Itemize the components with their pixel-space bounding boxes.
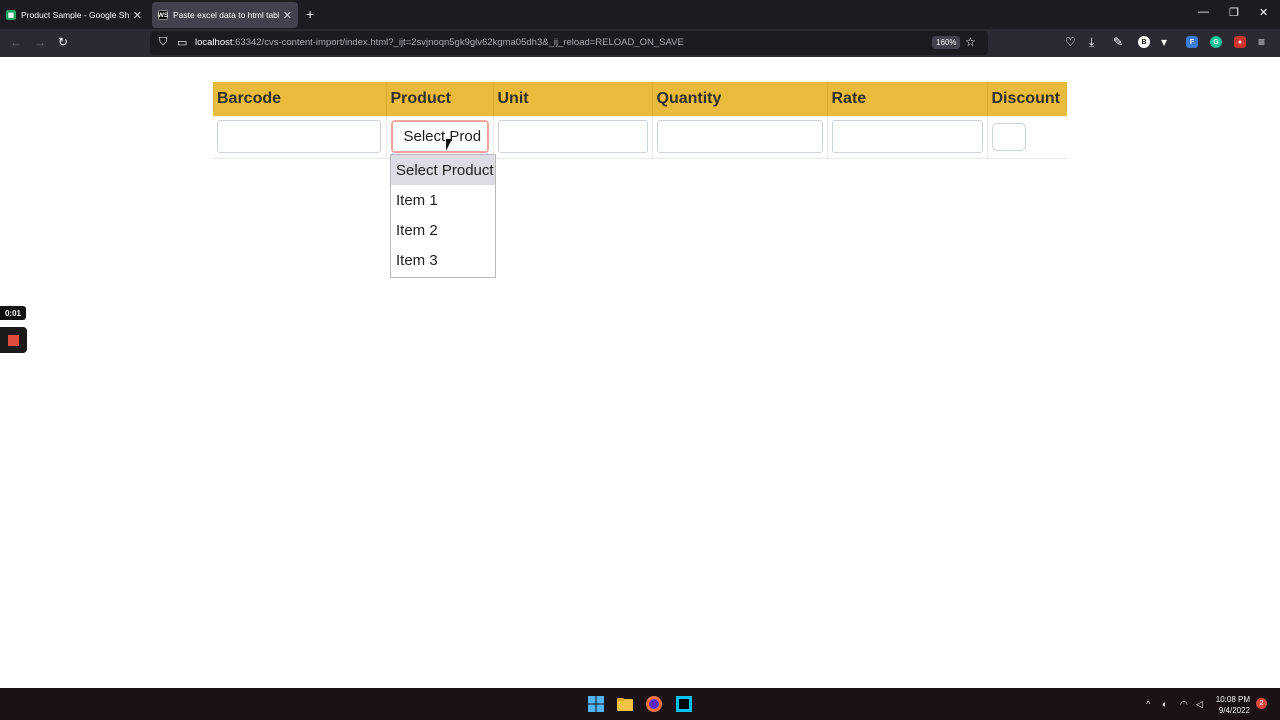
extension-red-icon[interactable]: ● — [1234, 36, 1246, 48]
firefox-icon[interactable] — [645, 695, 663, 713]
show-hidden-icons[interactable]: ^ — [1146, 699, 1150, 709]
product-table: Barcode Product Unit Quantity Rate Disco… — [213, 82, 1067, 159]
stop-icon — [8, 334, 19, 346]
page-info-icon[interactable]: ▭ — [177, 36, 187, 49]
rate-input[interactable] — [831, 120, 983, 154]
tab-google-sheets[interactable]: ▦ Product Sample - Google Sheets ✕ — [0, 2, 148, 28]
reload-icon[interactable]: ↻ — [58, 35, 68, 49]
new-tab-button[interactable]: + — [306, 6, 314, 22]
clock-time: 10:08 PM — [1215, 695, 1250, 704]
minimize-button[interactable]: — — [1198, 6, 1209, 18]
dropdown-option-item-3[interactable]: Item 3 — [391, 245, 495, 275]
extension-b-icon[interactable]: B — [1138, 36, 1150, 48]
discount-input[interactable] — [991, 122, 1026, 151]
downloads-icon[interactable]: ⤓ — [1089, 35, 1094, 50]
header-unit: Unit — [493, 82, 653, 116]
page-content: Barcode Product Unit Quantity Rate Disco… — [0, 57, 1280, 688]
tab-paste-excel[interactable]: WS Paste excel data to html table ✕ — [152, 2, 298, 28]
url-host: localhost — [195, 37, 233, 48]
volume-icon[interactable]: ◁ — [1196, 699, 1203, 710]
file-explorer-icon[interactable] — [616, 695, 634, 713]
close-icon[interactable]: ✕ — [133, 9, 142, 22]
windows-start-icon[interactable] — [587, 695, 605, 713]
dropdown-option-item-1[interactable]: Item 1 — [391, 185, 495, 215]
tools-icon[interactable]: ✎ — [1113, 35, 1123, 49]
pocket-icon[interactable]: ♡ — [1065, 35, 1076, 49]
product-select[interactable]: Select Prod — [390, 120, 489, 154]
menu-icon[interactable]: ≡ — [1258, 35, 1265, 49]
url-path: :63342/cvs-content-import/index.html?_ij… — [232, 37, 684, 48]
header-rate: Rate — [827, 82, 988, 116]
url-text[interactable]: localhost:63342/cvs-content-import/index… — [195, 37, 684, 48]
network-status-icon[interactable]: ◐ — [1162, 699, 1167, 709]
navigation-bar: ← → ↻ ⛉ ▭ localhost:63342/cvs-content-im… — [0, 29, 1280, 57]
notification-badge[interactable]: 2 — [1256, 698, 1267, 709]
wifi-icon[interactable]: ◠ — [1180, 699, 1188, 710]
tab-strip: ▦ Product Sample - Google Sheets ✕ WS Pa… — [0, 0, 1280, 29]
quantity-input[interactable] — [656, 120, 823, 154]
tab-title: Product Sample - Google Sheets — [21, 10, 129, 20]
webstorm-icon: WS — [157, 10, 169, 20]
extension-blue-icon[interactable]: F — [1186, 36, 1198, 48]
taskbar: ^ ◐ ◠ ◁ 10:08 PM 9/4/2022 2 — [0, 688, 1280, 720]
product-dropdown-list: Select Product Item 1 Item 2 Item 3 — [390, 154, 496, 278]
unit-input[interactable] — [497, 120, 648, 154]
close-window-button[interactable]: ✕ — [1259, 6, 1268, 19]
header-barcode: Barcode — [213, 82, 387, 116]
system-clock[interactable]: 10:08 PM 9/4/2022 — [1210, 694, 1250, 716]
dropdown-option-item-2[interactable]: Item 2 — [391, 215, 495, 245]
webstorm-taskbar-icon[interactable] — [675, 695, 693, 713]
mouse-cursor-icon — [446, 139, 452, 151]
forward-icon[interactable]: → — [34, 35, 46, 49]
recording-timer: 0:01 — [0, 306, 26, 320]
table-header-row: Barcode Product Unit Quantity Rate Disco… — [213, 82, 1067, 116]
grammarly-icon[interactable]: G — [1210, 36, 1222, 48]
restore-button[interactable]: ❐ — [1229, 6, 1239, 19]
table-row: Select Prod — [213, 116, 1067, 159]
stop-recording-button[interactable] — [0, 327, 27, 353]
close-icon[interactable]: ✕ — [283, 9, 292, 22]
dropdown-option-select-product[interactable]: Select Product — [391, 155, 495, 185]
header-quantity: Quantity — [652, 82, 828, 116]
google-sheets-icon: ▦ — [6, 10, 16, 20]
shield-icon[interactable]: ⛉ — [159, 36, 167, 49]
address-bar[interactable]: ⛉ ▭ localhost:63342/cvs-content-import/i… — [150, 31, 988, 55]
header-product: Product — [386, 82, 494, 116]
extension-v-icon[interactable]: ▾ — [1161, 35, 1167, 49]
clock-date: 9/4/2022 — [1218, 706, 1250, 715]
header-discount: Discount — [987, 82, 1067, 116]
tab-title: Paste excel data to html table — [173, 10, 279, 20]
bookmark-star-icon[interactable]: ☆ — [965, 35, 976, 49]
barcode-input[interactable] — [217, 120, 381, 154]
back-icon[interactable]: ← — [10, 35, 22, 49]
zoom-indicator[interactable]: 160% — [932, 36, 961, 49]
